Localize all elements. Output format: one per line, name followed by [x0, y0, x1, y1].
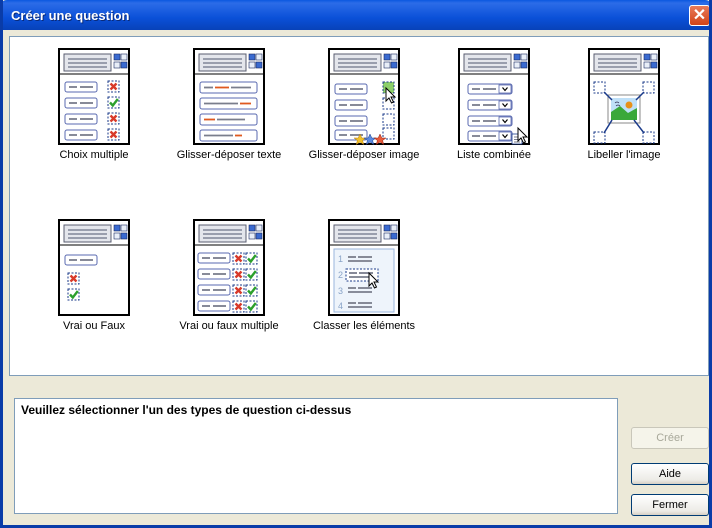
drag-drop-text-icon [193, 48, 265, 145]
rank-items-icon: 1 2 3 4 [328, 219, 400, 316]
help-button[interactable]: Aide [631, 463, 709, 485]
rank-number: 2 [338, 270, 343, 280]
question-type-vrai-ou-faux-multiple[interactable]: Vrai ou faux multiple [169, 219, 289, 369]
question-type-label: Liste combinée [457, 149, 531, 161]
question-type-grid: Choix multiple Glisser-déposer texte Gli… [9, 36, 709, 376]
drag-drop-image-icon [328, 48, 400, 145]
true-false-icon [58, 219, 130, 316]
rank-number: 3 [338, 286, 343, 296]
question-type-glisser-deposer-image[interactable]: Glisser-déposer image [304, 48, 424, 198]
message-box: Veuillez sélectionner l'un des types de … [14, 398, 618, 514]
create-button[interactable]: Créer [631, 427, 709, 449]
question-type-label: Choix multiple [59, 149, 129, 161]
combo-list-icon [458, 48, 530, 145]
window-title: Créer une question [11, 8, 130, 23]
rank-number: 4 [338, 301, 343, 311]
question-type-label: Vrai ou Faux [63, 320, 125, 332]
question-type-label: Classer les éléments [312, 320, 416, 332]
question-type-label: Glisser-déposer image [308, 149, 420, 161]
question-type-vrai-ou-faux[interactable]: Vrai ou Faux [34, 219, 154, 369]
rank-number: 1 [338, 254, 343, 264]
choix-multiple-icon [58, 48, 130, 145]
question-type-classer-elements[interactable]: 1 2 3 4 Classer les éléments [304, 219, 424, 369]
title-bar[interactable]: Créer une question ✕ [3, 0, 709, 30]
question-type-choix-multiple[interactable]: Choix multiple [34, 48, 154, 198]
multiple-true-false-icon [193, 219, 265, 316]
instruction-message: Veuillez sélectionner l'un des types de … [21, 403, 352, 417]
question-type-libeller-image[interactable]: Libeller l'image [564, 48, 684, 198]
create-question-dialog: Créer une question ✕ Choix multiple Glis… [0, 0, 712, 528]
label-image-icon [588, 48, 660, 145]
question-type-liste-combinee[interactable]: Liste combinée [434, 48, 554, 198]
question-type-label: Libeller l'image [587, 149, 661, 161]
question-type-label: Vrai ou faux multiple [179, 320, 279, 332]
question-type-glisser-deposer-texte[interactable]: Glisser-déposer texte [169, 48, 289, 198]
close-window-button[interactable]: ✕ [689, 5, 709, 26]
close-button[interactable]: Fermer [631, 494, 709, 516]
question-type-label: Glisser-déposer texte [176, 149, 282, 161]
